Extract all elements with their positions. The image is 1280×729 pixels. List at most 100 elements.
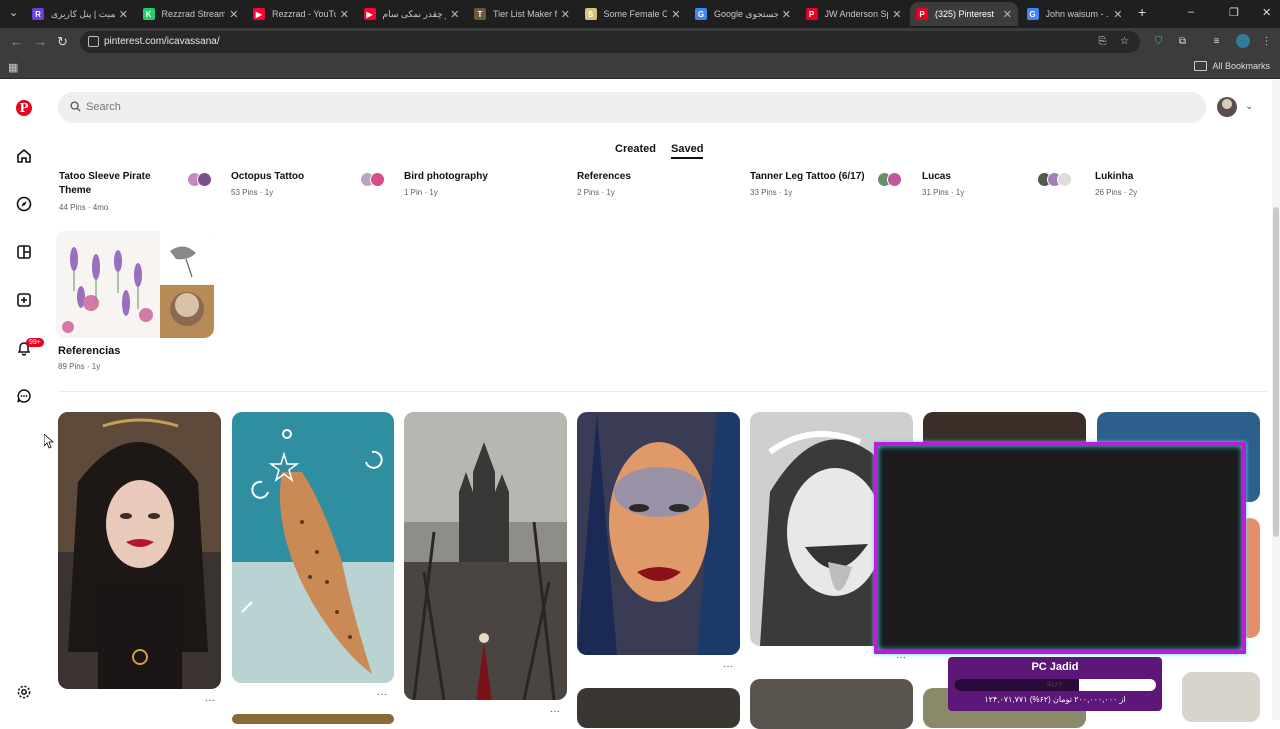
pin-card[interactable] <box>232 412 394 683</box>
boards-icon[interactable] <box>14 242 34 262</box>
board-meta: 1 Pin · 1y <box>404 188 438 197</box>
address-bar[interactable]: pinterest.com/icavassana/ <box>80 31 1140 53</box>
apps-grid-icon[interactable]: ▦ <box>8 61 18 74</box>
board-meta: 26 Pins · 2y <box>1095 188 1138 197</box>
donation-progress-bar: %۶۲ <box>954 679 1156 691</box>
create-icon[interactable] <box>14 290 34 310</box>
board-title[interactable]: Lucas <box>922 170 951 184</box>
tab-close-icon[interactable]: ✕ <box>561 8 570 21</box>
notifications-badge: 99+ <box>26 338 44 347</box>
pin-card[interactable] <box>577 688 740 728</box>
browser-tab[interactable]: ▶ تو چقدر نمکی سام ✕ <box>358 2 466 26</box>
pin-card[interactable] <box>58 412 221 689</box>
board-title[interactable]: Referencias <box>58 344 120 358</box>
tab-close-icon[interactable]: ✕ <box>340 8 349 21</box>
tab-favicon-icon: P <box>916 8 928 20</box>
avatar[interactable] <box>1217 97 1237 117</box>
tab-close-icon[interactable]: ✕ <box>1113 8 1122 21</box>
pin-card[interactable] <box>232 714 394 724</box>
tab-favicon-icon: ▶ <box>363 8 376 20</box>
pin-card[interactable] <box>404 412 567 700</box>
board-collaborators <box>187 172 212 187</box>
more-dots-icon[interactable]: ··· <box>377 689 387 700</box>
tab-favicon-icon: S <box>584 8 597 20</box>
pin-card[interactable] <box>750 679 913 729</box>
board-title[interactable]: Tanner Leg Tattoo (6/17) <box>750 170 865 184</box>
messages-icon[interactable] <box>14 386 34 406</box>
bookmark-star-icon[interactable]: ☆ <box>1119 36 1130 47</box>
browser-tab[interactable]: G Google جستجوی ✕ <box>689 2 797 26</box>
board-title[interactable]: Octopus Tattoo <box>231 170 304 184</box>
board-meta: 33 Pins · 1y <box>750 188 793 197</box>
tab-title: Google جستجوی <box>714 8 778 19</box>
tab-close-icon[interactable]: ✕ <box>1003 8 1012 21</box>
restore-icon[interactable]: ❐ <box>1229 6 1239 19</box>
address-url[interactable]: pinterest.com/icavassana/ <box>104 36 220 47</box>
tab-close-icon[interactable]: ✕ <box>229 8 238 21</box>
more-dots-icon[interactable]: ··· <box>723 661 733 672</box>
browser-tab[interactable]: ▶ Rezzrad - YouTub ✕ <box>247 2 355 26</box>
forward-arrow-icon[interactable]: → <box>34 34 47 49</box>
board-title[interactable]: References <box>577 170 631 184</box>
chrome-menu-icon[interactable]: ⋮ <box>1261 36 1272 47</box>
new-tab-button[interactable]: + <box>1138 4 1146 20</box>
scrollbar-thumb[interactable] <box>1273 207 1279 537</box>
more-dots-icon[interactable]: ··· <box>205 695 215 706</box>
browser-tab[interactable]: P (325) Pinterest ✕ <box>910 2 1018 26</box>
board-title[interactable]: Bird photography <box>404 170 488 184</box>
tab-favicon-icon: K <box>142 8 155 20</box>
extension-shield-icon[interactable]: ⛉ <box>1153 36 1164 47</box>
pinterest-logo-icon[interactable]: P <box>14 98 34 118</box>
all-bookmarks-button[interactable]: All Bookmarks <box>1194 61 1270 71</box>
settings-icon[interactable] <box>14 682 34 702</box>
board-title[interactable]: Tatoo Sleeve Pirate Theme <box>59 170 179 198</box>
minimize-icon[interactable]: – <box>1188 6 1194 18</box>
browser-tab[interactable]: R زیمیت | پنل کاربری ✕ <box>26 2 134 26</box>
pin-card[interactable] <box>1182 672 1260 722</box>
browser-tab[interactable]: S Some Female Cele✕ <box>579 2 687 26</box>
chevron-down-icon[interactable]: ⌄ <box>1245 101 1253 112</box>
search-icon <box>70 101 81 112</box>
tab-title: تو چقدر نمکی سام <box>382 8 447 19</box>
more-dots-icon[interactable]: ··· <box>550 706 560 717</box>
bookmarks-bar: ▦ All Bookmarks <box>0 56 1280 79</box>
back-arrow-icon[interactable]: ← <box>10 34 23 49</box>
home-icon[interactable] <box>14 146 34 166</box>
tab-favicon-icon: P <box>805 8 818 20</box>
section-divider <box>58 391 1268 392</box>
tab-saved[interactable]: Saved <box>671 143 704 159</box>
close-window-icon[interactable]: ✕ <box>1262 6 1271 19</box>
webcam-overlay: K ᐱ <box>874 442 1246 655</box>
chrome-profile-avatar[interactable] <box>1236 34 1250 48</box>
tab-title: Some Female Cele <box>603 9 668 19</box>
tab-search-chevron-icon[interactable]: ⌄ <box>9 6 18 19</box>
browser-tab[interactable]: K Rezzrad Stream - ✕ <box>137 2 245 26</box>
media-control-icon[interactable]: ≡ <box>1211 36 1222 47</box>
browser-tab[interactable]: T Tier List Maker fo ✕ <box>468 2 576 26</box>
pin-card[interactable] <box>577 412 740 655</box>
tab-close-icon[interactable]: ✕ <box>671 8 680 21</box>
tab-close-icon[interactable]: ✕ <box>892 8 901 21</box>
tab-close-icon[interactable]: ✕ <box>119 8 128 21</box>
reload-icon[interactable]: ↻ <box>57 34 68 50</box>
extensions-puzzle-icon[interactable]: ⧉ <box>1177 36 1188 47</box>
tab-favicon-icon: R <box>32 8 44 20</box>
board-meta: 89 Pins · 1y <box>58 362 101 371</box>
tab-close-icon[interactable]: ✕ <box>782 8 791 21</box>
search-input[interactable]: Search <box>86 101 121 113</box>
install-app-icon[interactable]: ⎘ <box>1097 36 1108 47</box>
tab-close-icon[interactable]: ✕ <box>450 8 459 21</box>
board-cover-referencias[interactable] <box>56 231 214 338</box>
folder-icon <box>1194 61 1208 71</box>
tab-created[interactable]: Created <box>615 143 656 155</box>
pinterest-sidebar: P <box>0 80 48 720</box>
browser-tab[interactable]: G John waisum - ... ✕ <box>1021 2 1129 26</box>
explore-icon[interactable] <box>14 194 34 214</box>
tab-favicon-icon: T <box>474 8 486 20</box>
tab-title: Rezzrad - YouTub <box>272 9 336 19</box>
browser-tab[interactable]: P JW Anderson Spri✕ <box>800 2 908 26</box>
mouse-cursor-icon <box>44 434 54 449</box>
search-bar[interactable]: Search <box>58 92 1206 123</box>
site-info-icon[interactable] <box>88 36 99 47</box>
board-title[interactable]: Lukinha <box>1095 170 1133 184</box>
